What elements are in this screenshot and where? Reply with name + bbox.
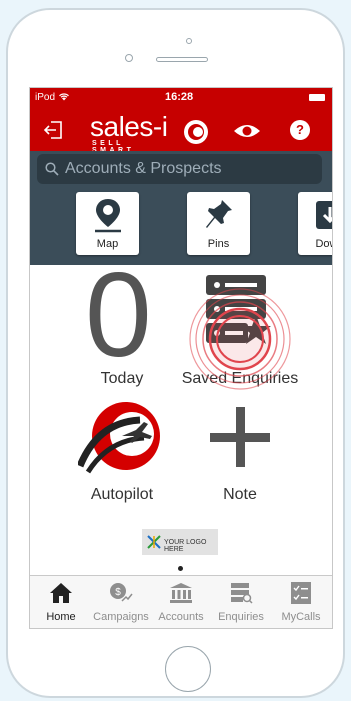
tab-label: MyCalls: [281, 611, 321, 623]
tab-mycalls[interactable]: MyCalls: [270, 576, 332, 628]
search-placeholder: Accounts & Prospects: [65, 160, 222, 177]
brand-logo: sales-i SELL SMART: [90, 111, 168, 155]
search-input[interactable]: Accounts & Prospects: [37, 154, 322, 184]
front-camera: [186, 38, 192, 44]
bank-icon: [170, 583, 192, 603]
clock: 16:28: [165, 91, 194, 103]
status-bar: iPod 16:28: [30, 88, 332, 108]
today-count: 0: [85, 248, 152, 382]
tab-bar: Home $ Campaigns Accounts Enquiries MyCa…: [30, 575, 332, 628]
logo-placeholder-text: YOUR LOGO HERE: [164, 539, 207, 553]
app-header: sales-i SELL SMART ?: [30, 108, 332, 155]
sensor: [125, 54, 133, 62]
carrier-label: iPod: [35, 92, 70, 103]
earpiece-speaker: [156, 57, 208, 62]
pins-shortcut-button[interactable]: Pins: [187, 192, 250, 255]
brand-mark-icon: [184, 120, 208, 144]
dashboard-tiles: 0 Today Saved Enquiries Autopilot Note Y…: [30, 250, 332, 575]
plus-icon: [210, 407, 270, 467]
app-screen: iPod 16:28 sales-i SELL SMART ?: [29, 87, 333, 629]
battery-icon: [309, 94, 325, 101]
company-logo-placeholder: YOUR LOGO HERE: [142, 529, 218, 555]
checklist-icon: [291, 582, 311, 604]
pushpin-icon: [206, 200, 232, 228]
brand-name: sales-i: [90, 111, 168, 142]
shortcut-label: Pins: [207, 238, 230, 250]
shortcut-label: Down: [315, 238, 332, 250]
enquiries-icon: [231, 583, 253, 604]
campaigns-icon: $: [110, 583, 133, 602]
wifi-icon: [58, 93, 69, 101]
eye-icon[interactable]: [233, 122, 261, 140]
logo-arrows-icon: [147, 535, 161, 549]
page-indicator: [178, 566, 183, 571]
today-label: Today: [100, 370, 144, 387]
map-pin-icon: [95, 199, 121, 233]
autopilot-label: Autopilot: [90, 486, 154, 503]
download-shortcut-button[interactable]: Down: [298, 192, 332, 255]
autopilot-icon: [78, 402, 160, 474]
search-bar: Accounts & Prospects: [30, 151, 332, 187]
help-button[interactable]: ?: [290, 120, 310, 140]
download-icon: [316, 201, 332, 229]
logout-icon[interactable]: [42, 119, 64, 141]
map-shortcut-button[interactable]: Map: [76, 192, 139, 255]
tap-ripple-indicator: [189, 288, 291, 390]
device-home-button[interactable]: [165, 646, 211, 692]
note-label: Note: [223, 486, 257, 503]
home-icon: [50, 583, 72, 603]
svg-text:$: $: [115, 587, 121, 598]
search-icon: [45, 162, 59, 176]
shortcut-strip: Map Pins Down: [30, 187, 332, 265]
